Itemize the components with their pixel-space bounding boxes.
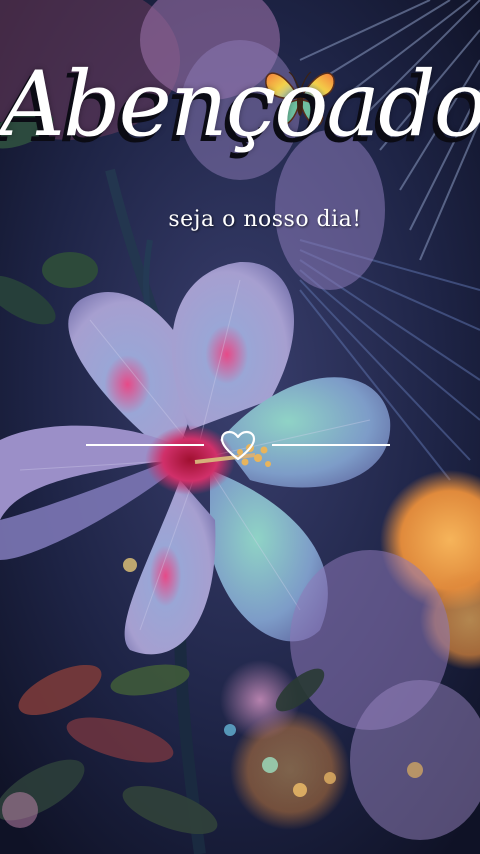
greeting-subtitle: seja o nosso dia! — [168, 207, 362, 232]
greeting-title: Abençoado — [0, 52, 480, 157]
divider-line-right — [272, 444, 390, 446]
heart-icon — [220, 430, 256, 461]
divider-line-left — [86, 444, 204, 446]
